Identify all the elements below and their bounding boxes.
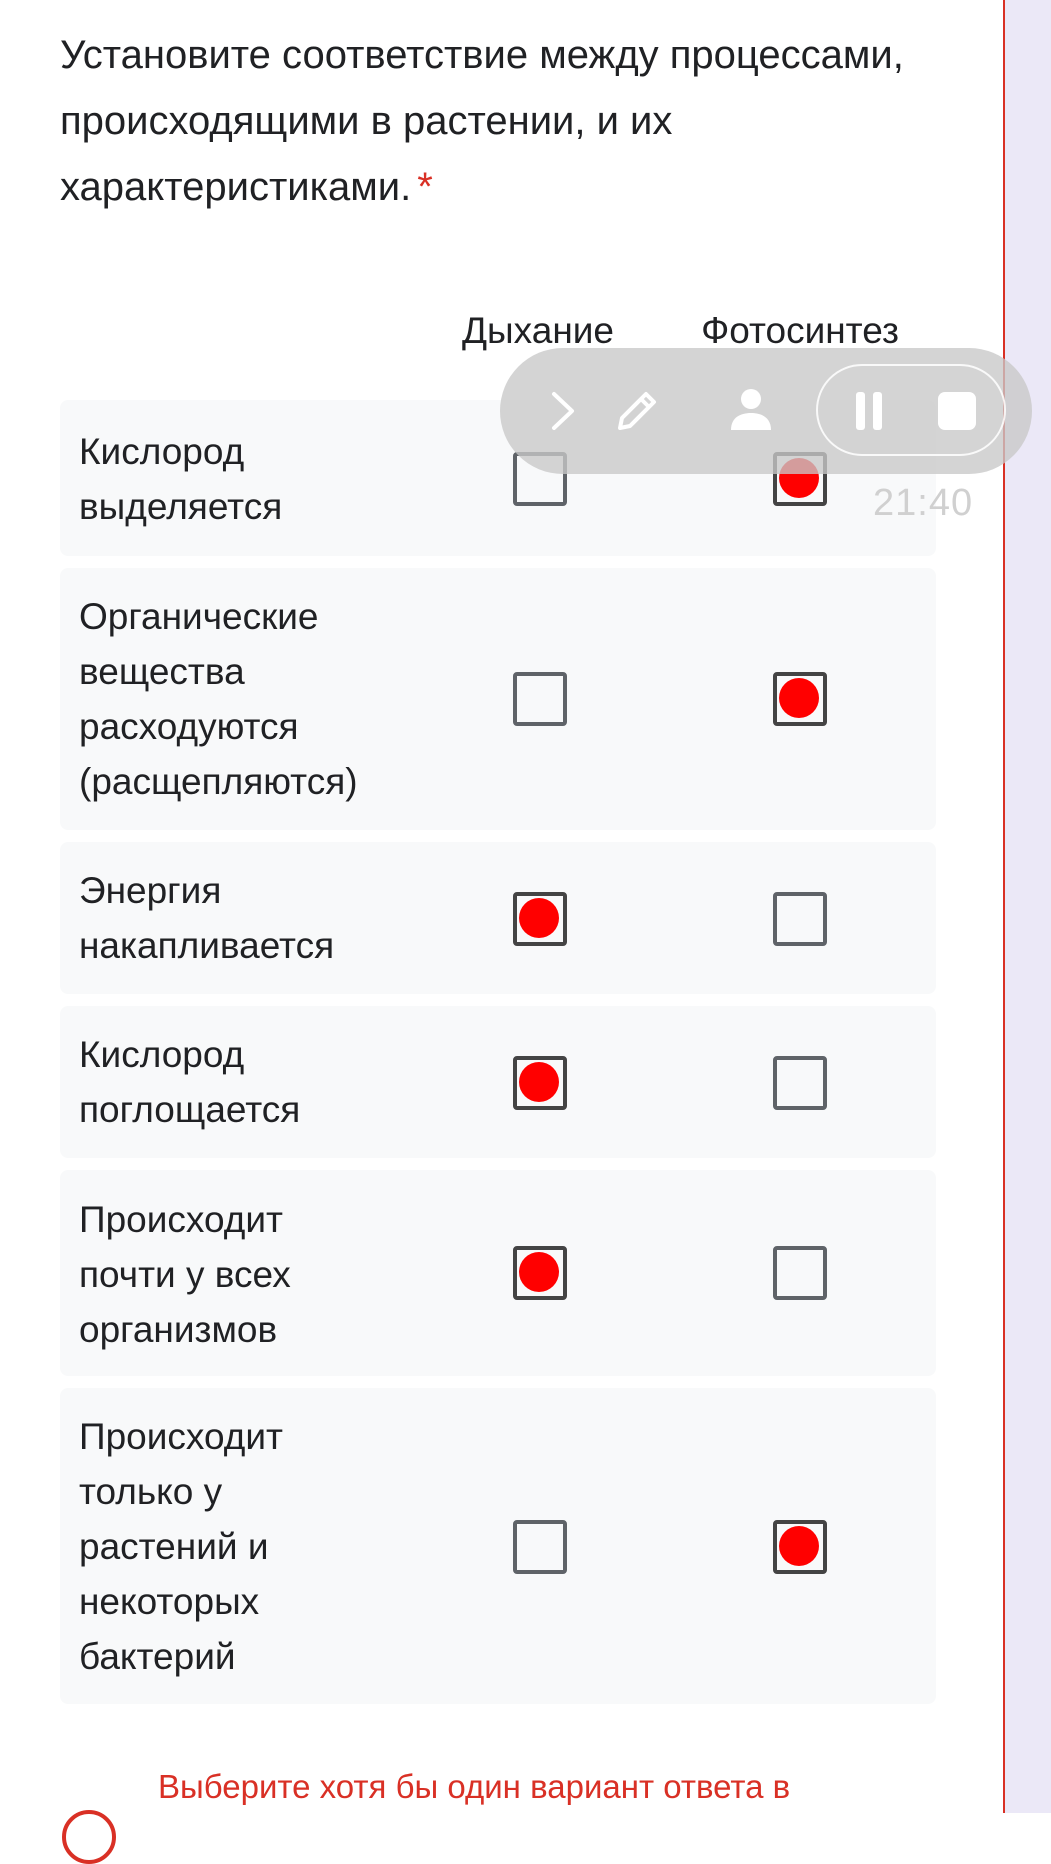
side-panel-border bbox=[1003, 0, 1005, 1813]
screen-recorder-toolbar bbox=[500, 348, 1032, 474]
row-label: Кислород поглощается bbox=[79, 1034, 301, 1130]
selection-mark bbox=[779, 1526, 819, 1566]
error-icon bbox=[62, 1810, 116, 1864]
checkbox-box bbox=[773, 1246, 827, 1300]
row-label: Органические вещества расходуются (расще… bbox=[79, 596, 358, 802]
selection-mark bbox=[519, 1062, 559, 1102]
side-panel-edge bbox=[1004, 0, 1051, 1813]
row-label: Энергия накапливается bbox=[79, 870, 335, 966]
row-label: Происходит только у растений и некоторых… bbox=[79, 1416, 283, 1677]
stop-icon[interactable] bbox=[932, 386, 982, 436]
checkbox-photosynthesis[interactable] bbox=[771, 1244, 827, 1300]
checkbox-box bbox=[773, 1056, 827, 1110]
checkbox-photosynthesis[interactable] bbox=[771, 1518, 827, 1574]
grid-row: Органические вещества расходуются (расще… bbox=[60, 568, 936, 830]
selection-mark bbox=[519, 898, 559, 938]
question-text: Установите соответствие между процессами… bbox=[60, 33, 904, 209]
checkbox-box bbox=[513, 672, 567, 726]
grid-row: Происходит только у растений и некоторых… bbox=[60, 1388, 936, 1704]
person-icon[interactable] bbox=[726, 384, 776, 434]
pencil-icon[interactable] bbox=[612, 386, 662, 436]
checkbox-photosynthesis[interactable] bbox=[771, 1054, 827, 1110]
checkbox-respiration[interactable] bbox=[511, 1054, 567, 1110]
recording-timer: 21:40 bbox=[873, 482, 974, 524]
selection-mark bbox=[519, 1252, 559, 1292]
chevron-right-icon[interactable] bbox=[536, 386, 586, 436]
checkbox-respiration[interactable] bbox=[511, 890, 567, 946]
row-label: Происходит почти у всех организмов bbox=[79, 1199, 291, 1350]
grid-row: Энергия накапливается bbox=[60, 842, 936, 994]
checkbox-box bbox=[773, 892, 827, 946]
question-title: Установите соответствие между процессами… bbox=[60, 22, 960, 220]
checkbox-respiration[interactable] bbox=[511, 1518, 567, 1574]
checkbox-photosynthesis[interactable] bbox=[771, 670, 827, 726]
checkbox-respiration[interactable] bbox=[511, 1244, 567, 1300]
row-label: Кислород выделяется bbox=[79, 431, 283, 527]
validation-error-message: Выберите хотя бы один вариант ответа в bbox=[158, 1768, 791, 1805]
pause-icon[interactable] bbox=[844, 386, 894, 436]
checkbox-photosynthesis[interactable] bbox=[771, 890, 827, 946]
grid-row: Кислород поглощается bbox=[60, 1006, 936, 1158]
checkbox-box bbox=[513, 1520, 567, 1574]
checkbox-respiration[interactable] bbox=[511, 670, 567, 726]
selection-mark bbox=[779, 678, 819, 718]
required-asterisk: * bbox=[417, 165, 433, 209]
grid-row: Происходит почти у всех организмов bbox=[60, 1170, 936, 1376]
